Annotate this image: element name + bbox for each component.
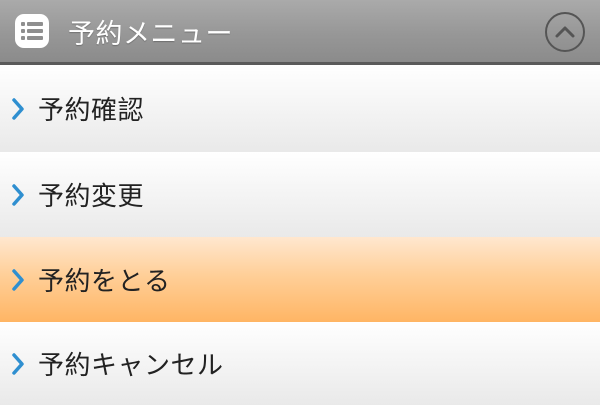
menu-item-label: 予約をとる: [38, 267, 171, 297]
menu-item-confirm[interactable]: 予約確認: [0, 65, 600, 152]
menu-item-cancel[interactable]: 予約キャンセル: [0, 322, 600, 405]
chevron-up-icon: [555, 26, 575, 38]
chevron-right-icon: [11, 96, 29, 122]
menu-header: 予約メニュー: [0, 0, 600, 65]
collapse-button[interactable]: [545, 12, 585, 52]
menu-item-book[interactable]: 予約をとる: [0, 237, 600, 322]
chevron-right-icon: [11, 267, 29, 293]
chevron-right-icon: [11, 351, 29, 377]
reservation-menu: 予約メニュー 予約確認 予約変更 予約をとる 予約キャンセル: [0, 0, 600, 405]
menu-item-change[interactable]: 予約変更: [0, 152, 600, 237]
list-icon: [15, 14, 49, 48]
menu-item-label: 予約変更: [38, 182, 145, 212]
chevron-right-icon: [11, 182, 29, 208]
menu-item-label: 予約確認: [38, 96, 145, 126]
menu-item-label: 予約キャンセル: [38, 351, 224, 381]
menu-title: 予約メニュー: [68, 18, 233, 50]
